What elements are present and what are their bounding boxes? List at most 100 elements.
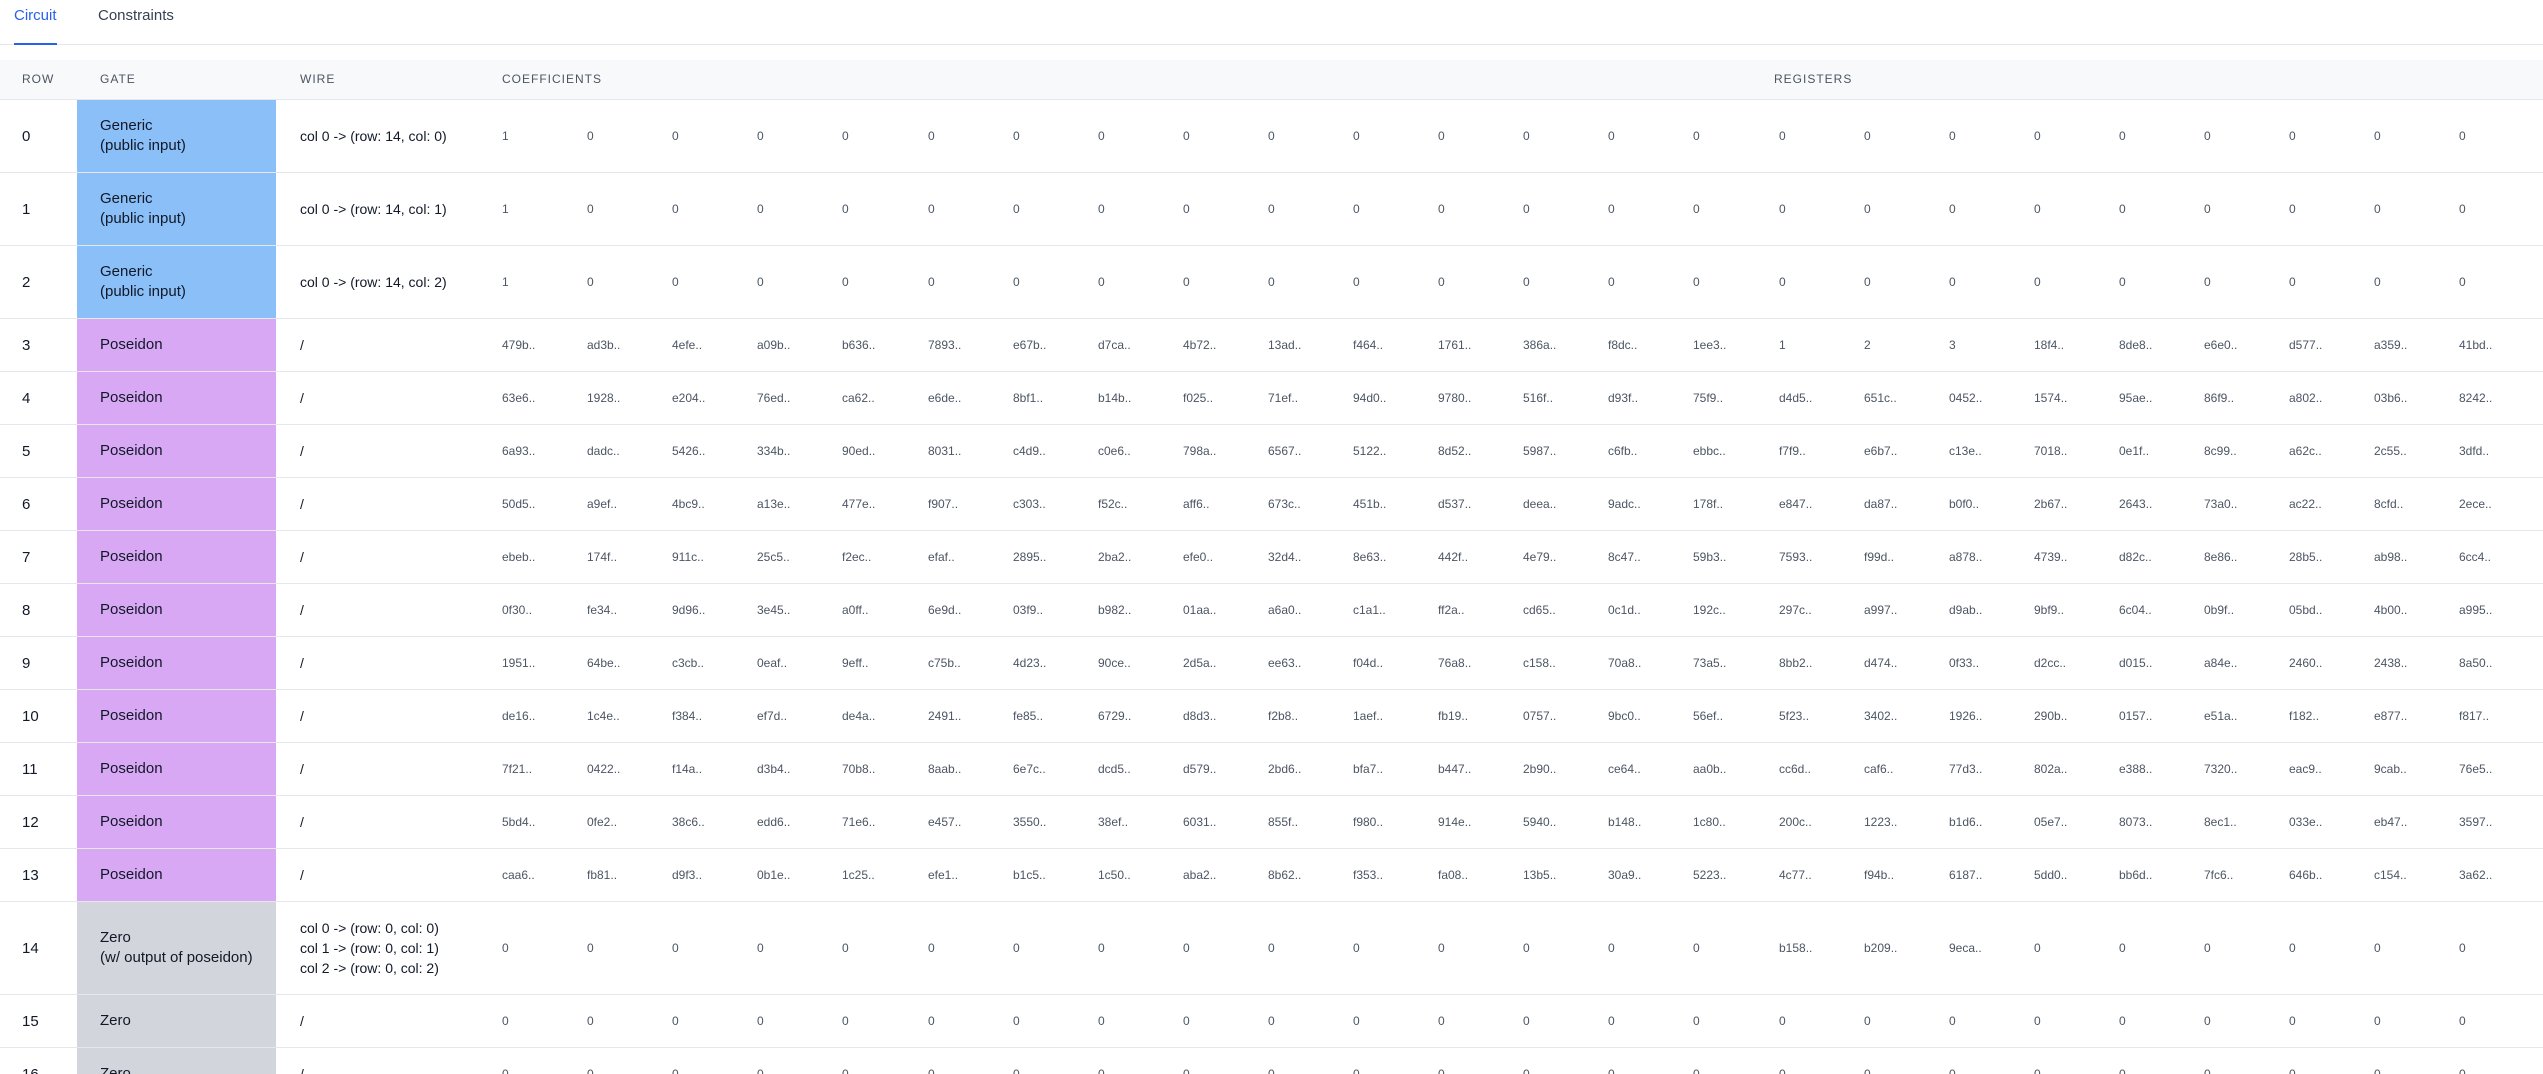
coefficient-cell: 8aab.. (928, 762, 962, 776)
register-cell: 1 (1779, 338, 1786, 352)
coefficient-cell: 477e.. (842, 497, 876, 511)
table-row[interactable]: 10 Poseidon / de16.. 1c4e.. f384.. ef7d.. de4a.… (0, 690, 2543, 743)
coefficient-cell: 1c80.. (1693, 815, 1726, 829)
register-cell: 6c04.. (2119, 603, 2152, 617)
register-cell: 0 (2289, 129, 2296, 143)
coefficient-cell: 0 (757, 275, 764, 289)
table-row[interactable]: 7 Poseidon / ebeb.. 174f.. 911c.. 25c5.. f2ec..… (0, 531, 2543, 584)
wire-line: / (300, 443, 304, 459)
register-cell: 0 (1779, 1067, 1786, 1074)
wire-cell: / (300, 478, 304, 530)
coefficient-cell: dcd5.. (1098, 762, 1131, 776)
coefficient-cell: 8b62.. (1268, 868, 1302, 882)
coefficient-cell: 2bd6.. (1268, 762, 1302, 776)
register-cell: 95ae.. (2119, 391, 2153, 405)
coefficient-cell: 0 (842, 941, 849, 955)
coefficient-cell: e204.. (672, 391, 706, 405)
table-row[interactable]: 5 Poseidon / 6a93.. dadc.. 5426.. 334b.. 90ed..… (0, 425, 2543, 478)
row-number: 11 (22, 760, 38, 778)
coefficient-cell: 03f9.. (1013, 603, 1044, 617)
table-row[interactable]: 14 Zero (w/ output of poseidon) col 0 -> (r… (0, 902, 2543, 995)
coefficient-cell: 71e6.. (842, 815, 876, 829)
tab-circuit[interactable]: Circuit (14, 0, 57, 45)
register-cell: 0 (1779, 1014, 1786, 1028)
register-cell: 8e86.. (2204, 550, 2238, 564)
register-cell: 0452.. (1949, 391, 1983, 405)
table-row[interactable]: 8 Poseidon / 0f30.. fe34.. 9d96.. 3e45.. a0ff..… (0, 584, 2543, 637)
table-row[interactable]: 15Zero/0000000000000000000000000 (0, 995, 2543, 1048)
coefficient-cell: edd6.. (757, 815, 791, 829)
coefficient-cell: 1ee3.. (1693, 338, 1727, 352)
coefficient-cell: 0 (1013, 129, 1020, 143)
gate-cell: Generic (public input) (77, 246, 276, 318)
header-wire: WIRE (300, 72, 336, 86)
coefficient-cell: 0 (1608, 1067, 1615, 1074)
table-row[interactable]: 9 Poseidon / 1951.. 64be.. c3cb.. 0eaf.. 9eff..… (0, 637, 2543, 690)
gate-cell: Poseidon (77, 372, 276, 424)
coefficient-cell: 75f9.. (1693, 391, 1724, 405)
register-cell: e877.. (2374, 709, 2408, 723)
row-number: 8 (22, 601, 31, 619)
table-row[interactable]: 0 Generic (public input) col 0 -> (row: 14,… (0, 100, 2543, 173)
register-cell: 0157.. (2119, 709, 2153, 723)
register-cell: 0 (1779, 275, 1786, 289)
coefficient-cell: 5940.. (1523, 815, 1557, 829)
register-cell: a62c.. (2289, 444, 2322, 458)
coefficient-cell: 38ef.. (1098, 815, 1129, 829)
gate-name: Generic (100, 263, 153, 280)
register-cell: 0 (2374, 202, 2381, 216)
register-cell: 03b6.. (2374, 391, 2408, 405)
table-row[interactable]: 12 Poseidon / 5bd4.. 0fe2.. 38c6.. edd6.. 71e6.… (0, 796, 2543, 849)
coefficient-cell: 0 (1523, 941, 1530, 955)
table-header: ROW GATE WIRE COEFFICIENTS REGISTERS (0, 60, 2543, 100)
table-row[interactable]: 13 Poseidon / caa6.. fb81.. d9f3.. 0b1e.. 1c25.… (0, 849, 2543, 902)
table-row[interactable]: 4 Poseidon / 63e6.. 1928.. e204.. 76ed.. ca62..… (0, 372, 2543, 425)
gate-name: Poseidon (100, 389, 163, 406)
register-cell: 0 (2119, 129, 2126, 143)
coefficient-cell: c303.. (1013, 497, 1046, 511)
register-cell: 28b5.. (2289, 550, 2323, 564)
coefficient-cell: 911c.. (672, 550, 704, 564)
gate-cell: Poseidon (77, 743, 276, 795)
coefficient-cell: 0 (928, 941, 935, 955)
wire-cell: col 0 -> (row: 14, col: 0) (300, 100, 447, 172)
coefficient-cell: 76ed.. (757, 391, 791, 405)
register-cell: 5f23.. (1779, 709, 1810, 723)
gate-cell: Poseidon (77, 796, 276, 848)
register-cell: 8c99.. (2204, 444, 2237, 458)
register-cell: 0 (2374, 1014, 2381, 1028)
register-cell: a878.. (1949, 550, 1983, 564)
table-row[interactable]: 16Zero/0000000000000000000000000 (0, 1048, 2543, 1074)
register-cell: f99d.. (1864, 550, 1895, 564)
coefficient-cell: 8031.. (928, 444, 962, 458)
table-row[interactable]: 11 Poseidon / 7f21.. 0422.. f14a.. d3b4.. 70b8.… (0, 743, 2543, 796)
coefficient-cell: 13b5.. (1523, 868, 1557, 882)
coefficient-cell: 8bf1.. (1013, 391, 1044, 405)
register-cell: 0 (2119, 941, 2126, 955)
table-row[interactable]: 3 Poseidon / 479b.. ad3b.. 4efe.. a09b.. b636..… (0, 319, 2543, 372)
gate-name: Poseidon (100, 442, 163, 459)
register-cell: 0 (1949, 202, 1956, 216)
gate-cell: Poseidon (77, 425, 276, 477)
wire-cell: / (300, 319, 304, 371)
register-cell: d9ab.. (1949, 603, 1983, 617)
table-row[interactable]: 1 Generic (public input) col 0 -> (row: 14,… (0, 173, 2543, 246)
coefficient-cell: 174f.. (587, 550, 618, 564)
coefficient-cell: 0 (1693, 1067, 1700, 1074)
register-cell: b1d6.. (1949, 815, 1983, 829)
coefficient-cell: ebeb.. (502, 550, 536, 564)
register-cell: 2 (1864, 338, 1871, 352)
register-cell: 297c.. (1779, 603, 1812, 617)
coefficient-cell: 0 (757, 1014, 764, 1028)
register-cell: b209.. (1864, 941, 1898, 955)
table-row[interactable]: 6 Poseidon / 50d5.. a9ef.. 4bc9.. a13e.. 477e..… (0, 478, 2543, 531)
row-number: 7 (22, 548, 31, 566)
tab-constraints[interactable]: Constraints (98, 0, 174, 44)
table-row[interactable]: 2 Generic (public input) col 0 -> (row: 14,… (0, 246, 2543, 319)
coefficient-cell: 0422.. (587, 762, 621, 776)
coefficient-cell: 0 (842, 1067, 849, 1074)
register-cell: e51a.. (2204, 709, 2238, 723)
coefficient-cell: 9adc.. (1608, 497, 1641, 511)
register-cell: 1926.. (1949, 709, 1983, 723)
coefficient-cell: 8d52.. (1438, 444, 1472, 458)
